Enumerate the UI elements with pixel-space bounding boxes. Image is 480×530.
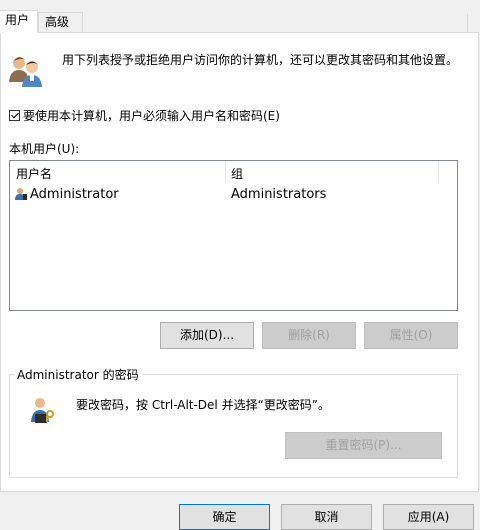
tab-strip: 用户 高级 (0, 0, 480, 33)
column-header-username[interactable]: 用户名 (16, 165, 52, 182)
tab-scroll-area (467, 14, 480, 32)
column-divider[interactable] (225, 161, 226, 183)
reset-password-button[interactable]: 重置密码(P)... (285, 432, 442, 459)
dialog-footer: 确定 取消 应用(A) (0, 492, 480, 530)
cancel-button[interactable]: 取消 (281, 504, 372, 530)
local-users-label: 本机用户(U): (9, 142, 80, 156)
add-button[interactable]: 添加(D)... (160, 322, 254, 349)
password-instruction-text: 要改密码，按 Ctrl-Alt-Del 并选择“更改密码”。 (76, 398, 331, 412)
table-row[interactable]: Administrator Administrators (10, 185, 457, 205)
column-divider[interactable] (438, 161, 439, 183)
description-text: 用下列表授予或拒绝用户访问你的计算机，还可以更改其密码和其他设置。 (62, 53, 459, 67)
must-login-checkbox[interactable] (9, 109, 20, 121)
must-login-checkbox-row[interactable]: 要使用本计算机，用户必须输入用户名和密码(E) (9, 107, 280, 123)
password-groupbox (9, 374, 458, 478)
column-header-group[interactable]: 组 (231, 165, 243, 182)
cell-username: Administrator (30, 187, 119, 202)
properties-button[interactable]: 属性(O) (364, 322, 458, 349)
cell-group: Administrators (231, 187, 327, 202)
users-icon (9, 57, 42, 87)
tab-advanced[interactable]: 高级 (38, 12, 83, 32)
user-key-icon (31, 398, 54, 423)
user-icon (15, 188, 27, 200)
must-login-checkbox-label[interactable]: 要使用本计算机，用户必须输入用户名和密码(E) (23, 107, 280, 124)
remove-button[interactable]: 删除(R) (262, 322, 356, 349)
apply-button[interactable]: 应用(A) (383, 504, 474, 530)
listview-header: 用户名 组 (10, 161, 457, 183)
password-group-title: Administrator 的密码 (14, 366, 142, 383)
tab-users[interactable]: 用户 (0, 10, 38, 33)
ok-button[interactable]: 确定 (179, 504, 270, 530)
users-listview[interactable]: 用户名 组 Administrator Administrators (9, 160, 458, 311)
